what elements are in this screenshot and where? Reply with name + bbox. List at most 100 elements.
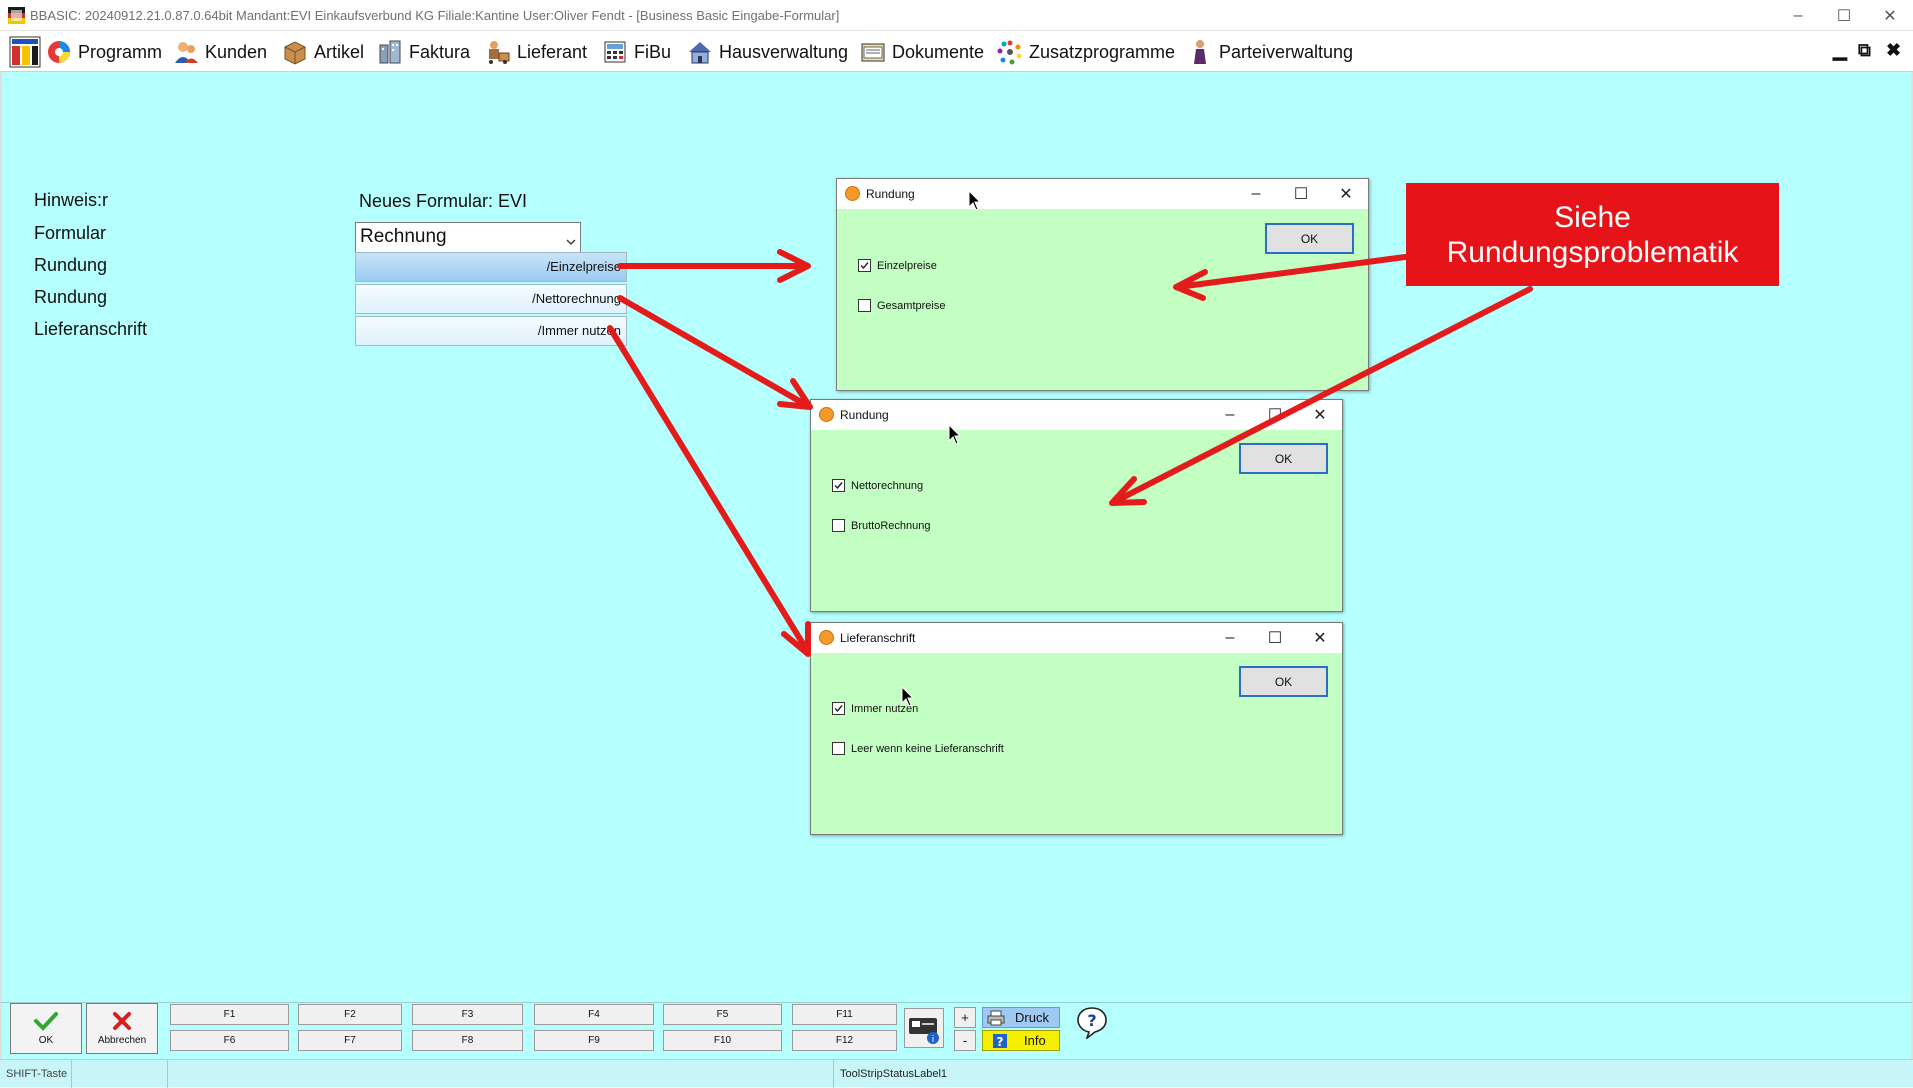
minimize-icon: – [1251,185,1261,202]
artikel-icon [282,39,308,65]
printer-icon [987,1010,1005,1026]
f10-button[interactable]: F10 [663,1030,782,1051]
ok-button[interactable]: OK [10,1003,82,1054]
cancel-x-icon [113,1012,131,1030]
formular-select[interactable]: Rechnung [355,222,581,253]
plus-button[interactable]: + [954,1007,976,1028]
nettorechnung-checkbox[interactable]: Nettorechnung [832,479,923,492]
abbrechen-button[interactable]: Abbrechen [86,1003,158,1054]
f11-button[interactable]: F11 [792,1004,897,1025]
menu-kunden-label: Kunden [205,41,268,62]
statusbar: SHIFT-Taste ToolStripStatusLabel1 [0,1059,1913,1088]
menu-faktura[interactable]: Faktura [377,37,470,67]
help-button[interactable]: ? [1075,1005,1109,1041]
label-rundung-1: Rundung [34,255,108,275]
mdi-close-button[interactable]: ✖ [1886,40,1901,61]
hausverwaltung-icon [687,39,713,65]
dialog-minimize-button[interactable]: – [1208,623,1252,653]
menu-programm[interactable]: Programm [46,37,162,67]
label-lieferanschrift: Lieferanschrift [34,319,148,339]
dialog-close-button[interactable]: ✕ [1324,179,1368,209]
minimize-icon: – [1225,629,1235,646]
einzelpreise-button[interactable]: /Einzelpreise [355,252,627,282]
window-maximize-button[interactable]: ☐ [1821,0,1867,31]
menu-fibu-label: FiBu [634,41,672,62]
leer-wenn-keine-lieferanschrift-label: Leer wenn keine Lieferanschrift [851,742,1004,755]
mouse-cursor-icon [901,686,915,707]
rundung-dialog-1: Rundung – ☐ ✕ OK Einzelpreise Gesamtprei… [836,178,1369,391]
f5-button[interactable]: F5 [663,1004,782,1025]
menu-zusatzprogramme[interactable]: Zusatzprogramme [997,37,1175,67]
close-icon: ✕ [1313,407,1327,424]
gesamtpreise-checkbox[interactable]: Gesamtpreise [858,299,945,312]
immer-nutzen-button[interactable]: /Immer nutzen [355,316,627,346]
f4-button[interactable]: F4 [534,1004,654,1025]
info-button[interactable]: ? Info [982,1030,1060,1051]
nettorechnung-button[interactable]: /Nettorechnung [355,284,627,314]
minimize-icon: – [1225,406,1235,423]
menu-zusatzprogramme-label: Zusatzprogramme [1029,41,1176,62]
menu-dokumente[interactable]: Dokumente [860,37,984,67]
callout-line-1: Siehe [1554,200,1631,234]
dialog-app-icon [845,186,860,201]
rundungsproblematik-callout: Siehe Rundungsproblematik [1406,183,1779,286]
bruttorechnung-checkbox[interactable]: BruttoRechnung [832,519,931,532]
f8-button[interactable]: F8 [412,1030,523,1051]
mouse-cursor-icon [948,424,962,445]
menu-artikel[interactable]: Artikel [282,37,364,67]
f3-button[interactable]: F3 [412,1004,523,1025]
abbrechen-button-label: Abbrechen [97,1035,147,1046]
help-icon: ? [1077,1007,1107,1041]
bruttorechnung-label: BruttoRechnung [851,519,931,532]
dialog-maximize-button[interactable]: ☐ [1253,623,1297,653]
device-icon-button[interactable]: i [904,1008,944,1048]
menu-dokumente-label: Dokumente [892,41,985,62]
statusbar-segment-empty-2 [168,1060,834,1088]
checkbox-unchecked-icon [858,299,871,312]
lieferant-icon [485,39,511,65]
kunden-icon [173,39,199,65]
dialog-minimize-button[interactable]: – [1208,400,1252,430]
form-heading: Neues Formular: EVI [359,191,528,211]
leer-wenn-keine-lieferanschrift-checkbox[interactable]: Leer wenn keine Lieferanschrift [832,742,1004,755]
svg-text:i: i [932,1035,935,1045]
menu-programm-label: Programm [78,41,163,62]
dialog-maximize-button[interactable]: ☐ [1253,400,1297,430]
parteiverwaltung-icon [1187,39,1213,65]
lieferanschrift-dialog-ok-button[interactable]: OK [1239,666,1328,697]
menu-kunden[interactable]: Kunden [173,37,267,67]
rundung-dialog-2-ok-button[interactable]: OK [1239,443,1328,474]
window-close-button[interactable]: ✕ [1867,0,1913,31]
f2-button[interactable]: F2 [298,1004,402,1025]
checkbox-checked-icon [832,479,845,492]
device-icon: i [909,1018,939,1045]
f7-button[interactable]: F7 [298,1030,402,1051]
menu-parteiverwaltung[interactable]: Parteiverwaltung [1187,37,1353,67]
mdi-restore-button[interactable]: ⧉ [1858,40,1871,61]
minus-button[interactable]: - [954,1030,976,1051]
f1-button[interactable]: F1 [170,1004,289,1025]
dialog-minimize-button[interactable]: – [1234,179,1278,209]
dialog-maximize-button[interactable]: ☐ [1279,179,1323,209]
rundung-dialog-1-ok-button[interactable]: OK [1265,223,1354,254]
checkbox-checked-icon [832,702,845,715]
maximize-icon: ☐ [1293,186,1309,203]
druck-button[interactable]: Druck [982,1007,1060,1028]
menu-hausverwaltung[interactable]: Hausverwaltung [687,37,848,67]
dokumente-icon [860,39,886,65]
dialog-close-button[interactable]: ✕ [1298,400,1342,430]
menu-faktura-label: Faktura [409,41,471,62]
dialog-close-button[interactable]: ✕ [1298,623,1342,653]
info-icon: ? [993,1034,1007,1049]
f12-button[interactable]: F12 [792,1030,897,1051]
nettorechnung-label: Nettorechnung [851,479,924,492]
f6-button[interactable]: F6 [170,1030,289,1051]
bbasic-app-icon [8,7,25,24]
menu-fibu[interactable]: FiBu [602,37,671,67]
window-minimize-button[interactable]: – [1775,0,1821,31]
mdi-minimize-button[interactable]: ▁ [1833,40,1847,61]
einzelpreise-label: Einzelpreise [877,259,937,272]
menu-lieferant[interactable]: Lieferant [485,37,587,67]
einzelpreise-checkbox[interactable]: Einzelpreise [858,259,937,272]
f9-button[interactable]: F9 [534,1030,654,1051]
